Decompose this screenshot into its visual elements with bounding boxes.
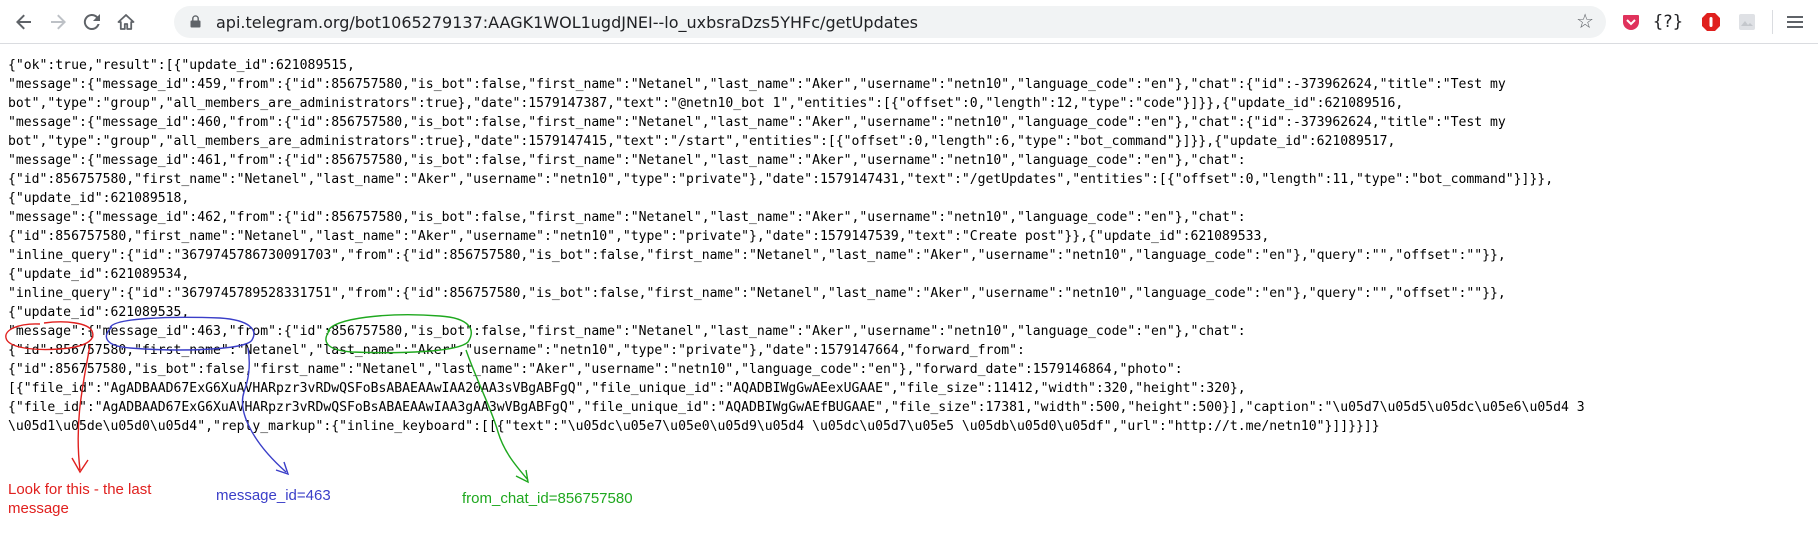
bookmark-star-icon[interactable]: ☆ bbox=[1576, 9, 1594, 33]
json-line: "message":{"message_id":462,"from":{"id"… bbox=[8, 210, 1246, 225]
blank-extension-icon[interactable] bbox=[1736, 11, 1758, 33]
json-line: "message":{"message_id":459,"from":{"id"… bbox=[8, 77, 1506, 92]
json-line: "inline_query":{"id":"367974578673009170… bbox=[8, 248, 1506, 263]
green-annotation-label: from_chat_id=856757580 bbox=[462, 490, 633, 507]
url-text: api.telegram.org/bot1065279137:AAGK1WOL1… bbox=[216, 13, 918, 32]
adblock-extension-icon[interactable] bbox=[1700, 11, 1722, 33]
json-line: {"ok":true,"result":[{"update_id":621089… bbox=[8, 58, 355, 73]
json-line: "message":{"message_id":463,"from":{"id"… bbox=[8, 324, 1246, 339]
json-line: [{"file_id":"AgADBAAD67ExG6XuAVHARpzr3vR… bbox=[8, 381, 1246, 396]
menu-icon[interactable] bbox=[1784, 11, 1806, 33]
json-extension-icon[interactable]: {?} bbox=[1651, 11, 1685, 33]
json-line: {"file_id":"AgADBAAD67ExG6XuAVHARpzr3vRD… bbox=[8, 400, 1585, 415]
json-line: "message":{"message_id":460,"from":{"id"… bbox=[8, 115, 1506, 130]
address-bar[interactable]: api.telegram.org/bot1065279137:AAGK1WOL1… bbox=[174, 6, 1606, 38]
toolbar-divider bbox=[1772, 10, 1773, 34]
json-line: "inline_query":{"id":"367974578952833175… bbox=[8, 286, 1506, 301]
json-line: bot","type":"group","all_members_are_adm… bbox=[8, 96, 1404, 111]
json-line: {"update_id":621089534, bbox=[8, 267, 190, 282]
lock-icon bbox=[190, 15, 201, 28]
forward-arrow-icon[interactable] bbox=[42, 6, 74, 38]
json-line: {"id":856757580,"first_name":"Netanel","… bbox=[8, 343, 1025, 358]
back-arrow-icon[interactable] bbox=[8, 6, 40, 38]
json-line: "message":{"message_id":461,"from":{"id"… bbox=[8, 153, 1246, 168]
home-icon[interactable] bbox=[110, 6, 142, 38]
json-response-body: {"ok":true,"result":[{"update_id":621089… bbox=[8, 56, 1585, 436]
json-line: bot","type":"group","all_members_are_adm… bbox=[8, 134, 1396, 149]
blue-annotation-label: message_id=463 bbox=[216, 487, 331, 504]
json-line: {"update_id":621089518, bbox=[8, 191, 190, 206]
json-line: {"id":856757580,"first_name":"Netanel","… bbox=[8, 172, 1554, 187]
red-annotation-label: Look for this - the last message bbox=[8, 481, 152, 517]
reload-icon[interactable] bbox=[76, 6, 108, 38]
browser-toolbar: api.telegram.org/bot1065279137:AAGK1WOL1… bbox=[0, 0, 1818, 44]
pocket-extension-icon[interactable] bbox=[1620, 11, 1642, 33]
json-line: \u05d1\u05de\u05d0\u05d4","reply_markup"… bbox=[8, 419, 1380, 434]
json-line: {"update_id":621089535, bbox=[8, 305, 190, 320]
json-line: {"id":856757580,"is_bot":false,"first_na… bbox=[8, 362, 1183, 377]
json-line: {"id":856757580,"first_name":"Netanel","… bbox=[8, 229, 1270, 244]
